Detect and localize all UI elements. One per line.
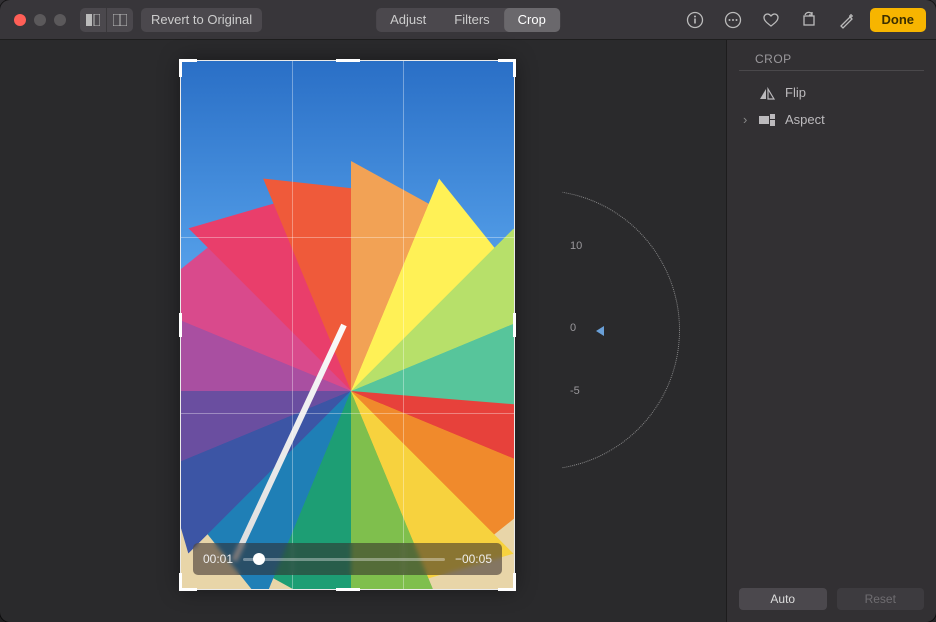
chevron-right-icon: › [743,112,751,127]
crop-handle-b[interactable] [336,588,360,591]
grid-line [292,61,293,589]
dial-tick-current: 0 [570,322,576,334]
flip-button[interactable]: Flip [727,79,936,106]
info-icon[interactable] [680,8,710,32]
grid-line [181,237,514,238]
edit-mode-tabs: Adjust Filters Crop [376,8,560,32]
aspect-label: Aspect [785,112,825,127]
zoom-window-icon[interactable] [54,14,66,26]
split-view-icon[interactable] [106,8,133,32]
crop-handle-tr[interactable] [498,59,516,77]
crop-handle-br[interactable] [498,573,516,591]
crop-frame[interactable]: 00:01 −00:05 [180,60,515,590]
tab-adjust[interactable]: Adjust [376,8,440,32]
trim-playhead[interactable] [253,553,265,565]
minimize-window-icon[interactable] [34,14,46,26]
reset-crop-button[interactable]: Reset [837,588,925,610]
dial-tick: 10 [570,240,582,252]
tab-crop[interactable]: Crop [504,8,560,32]
crop-handle-l[interactable] [179,313,182,337]
photo-preview [181,61,514,589]
tab-filters[interactable]: Filters [440,8,503,32]
straighten-dial[interactable]: 10 0 -5 [520,210,620,450]
flip-icon [759,86,775,100]
grid-line [403,61,404,589]
trim-remaining: −00:05 [455,552,492,566]
crop-handle-bl[interactable] [179,573,197,591]
crop-stage[interactable]: 00:01 −00:05 [180,60,515,590]
dial-pointer-icon[interactable] [596,326,604,336]
main-area: 00:01 −00:05 10 0 -5 CROP [0,40,936,622]
crop-handle-r[interactable] [513,313,516,337]
close-window-icon[interactable] [14,14,26,26]
window-controls [14,14,66,26]
auto-enhance-icon[interactable] [832,8,862,32]
revert-button[interactable]: Revert to Original [141,8,262,32]
layout-toggle[interactable] [80,8,133,32]
favorite-icon[interactable] [756,8,786,32]
umbrella-graphic [181,161,514,589]
trim-elapsed: 00:01 [203,552,233,566]
sidebar-title: CROP [739,40,924,71]
grid-line [181,413,514,414]
sidebar-footer: Auto Reset [727,576,936,622]
grid-view-icon[interactable] [80,8,106,32]
toolbar-right: Done [680,8,927,32]
toolbar: Revert to Original Adjust Filters Crop D… [0,0,936,40]
more-icon[interactable] [718,8,748,32]
canvas-area: 00:01 −00:05 10 0 -5 [0,40,726,622]
flip-label: Flip [785,85,806,100]
aspect-button[interactable]: › Aspect [727,106,936,133]
dial-tick: -5 [570,385,580,397]
trim-track[interactable] [243,558,445,561]
video-trim-bar[interactable]: 00:01 −00:05 [193,543,502,575]
crop-sidebar: CROP Flip › Aspect Auto Reset [726,40,936,622]
crop-handle-tl[interactable] [179,59,197,77]
done-button[interactable]: Done [870,8,927,32]
crop-handle-t[interactable] [336,59,360,62]
auto-crop-button[interactable]: Auto [739,588,827,610]
rotate-icon[interactable] [794,8,824,32]
aspect-icon [759,114,775,126]
